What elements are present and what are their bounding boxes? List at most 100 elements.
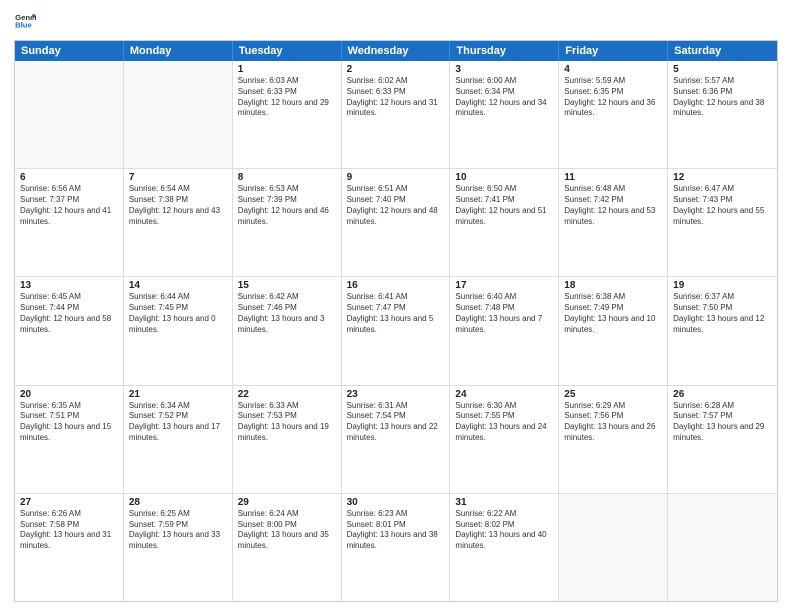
cal-cell: 30Sunrise: 6:23 AM Sunset: 8:01 PM Dayli… bbox=[342, 494, 451, 601]
day-number: 26 bbox=[673, 389, 772, 400]
day-info: Sunrise: 6:34 AM Sunset: 7:52 PM Dayligh… bbox=[129, 401, 227, 444]
calendar-header: SundayMondayTuesdayWednesdayThursdayFrid… bbox=[15, 41, 777, 61]
day-info: Sunrise: 6:40 AM Sunset: 7:48 PM Dayligh… bbox=[455, 292, 553, 335]
day-info: Sunrise: 6:26 AM Sunset: 7:58 PM Dayligh… bbox=[20, 509, 118, 552]
day-number: 6 bbox=[20, 172, 118, 183]
day-number: 13 bbox=[20, 280, 118, 291]
cal-cell bbox=[15, 61, 124, 168]
day-number: 23 bbox=[347, 389, 445, 400]
cal-cell: 16Sunrise: 6:41 AM Sunset: 7:47 PM Dayli… bbox=[342, 277, 451, 384]
cal-cell: 31Sunrise: 6:22 AM Sunset: 8:02 PM Dayli… bbox=[450, 494, 559, 601]
day-info: Sunrise: 6:50 AM Sunset: 7:41 PM Dayligh… bbox=[455, 184, 553, 227]
cal-cell: 22Sunrise: 6:33 AM Sunset: 7:53 PM Dayli… bbox=[233, 386, 342, 493]
cal-cell: 15Sunrise: 6:42 AM Sunset: 7:46 PM Dayli… bbox=[233, 277, 342, 384]
cal-cell: 6Sunrise: 6:56 AM Sunset: 7:37 PM Daylig… bbox=[15, 169, 124, 276]
cal-cell: 7Sunrise: 6:54 AM Sunset: 7:38 PM Daylig… bbox=[124, 169, 233, 276]
cal-header-day: Monday bbox=[124, 41, 233, 61]
day-number: 9 bbox=[347, 172, 445, 183]
day-number: 28 bbox=[129, 497, 227, 508]
day-number: 19 bbox=[673, 280, 772, 291]
day-info: Sunrise: 5:59 AM Sunset: 6:35 PM Dayligh… bbox=[564, 76, 662, 119]
cal-cell bbox=[124, 61, 233, 168]
page-header: General Blue bbox=[14, 10, 778, 32]
cal-cell: 4Sunrise: 5:59 AM Sunset: 6:35 PM Daylig… bbox=[559, 61, 668, 168]
day-number: 5 bbox=[673, 64, 772, 75]
day-info: Sunrise: 6:54 AM Sunset: 7:38 PM Dayligh… bbox=[129, 184, 227, 227]
day-number: 17 bbox=[455, 280, 553, 291]
cal-header-day: Wednesday bbox=[342, 41, 451, 61]
logo-icon: General Blue bbox=[14, 10, 36, 32]
cal-cell: 1Sunrise: 6:03 AM Sunset: 6:33 PM Daylig… bbox=[233, 61, 342, 168]
day-number: 11 bbox=[564, 172, 662, 183]
day-info: Sunrise: 6:42 AM Sunset: 7:46 PM Dayligh… bbox=[238, 292, 336, 335]
cal-cell: 28Sunrise: 6:25 AM Sunset: 7:59 PM Dayli… bbox=[124, 494, 233, 601]
cal-header-day: Thursday bbox=[450, 41, 559, 61]
day-info: Sunrise: 6:25 AM Sunset: 7:59 PM Dayligh… bbox=[129, 509, 227, 552]
cal-row: 1Sunrise: 6:03 AM Sunset: 6:33 PM Daylig… bbox=[15, 61, 777, 169]
day-info: Sunrise: 6:24 AM Sunset: 8:00 PM Dayligh… bbox=[238, 509, 336, 552]
cal-row: 27Sunrise: 6:26 AM Sunset: 7:58 PM Dayli… bbox=[15, 494, 777, 601]
day-info: Sunrise: 6:03 AM Sunset: 6:33 PM Dayligh… bbox=[238, 76, 336, 119]
day-number: 4 bbox=[564, 64, 662, 75]
day-number: 12 bbox=[673, 172, 772, 183]
day-info: Sunrise: 6:44 AM Sunset: 7:45 PM Dayligh… bbox=[129, 292, 227, 335]
day-info: Sunrise: 6:53 AM Sunset: 7:39 PM Dayligh… bbox=[238, 184, 336, 227]
day-number: 18 bbox=[564, 280, 662, 291]
day-info: Sunrise: 6:48 AM Sunset: 7:42 PM Dayligh… bbox=[564, 184, 662, 227]
day-number: 22 bbox=[238, 389, 336, 400]
cal-row: 13Sunrise: 6:45 AM Sunset: 7:44 PM Dayli… bbox=[15, 277, 777, 385]
cal-cell: 2Sunrise: 6:02 AM Sunset: 6:33 PM Daylig… bbox=[342, 61, 451, 168]
day-number: 10 bbox=[455, 172, 553, 183]
cal-cell: 5Sunrise: 5:57 AM Sunset: 6:36 PM Daylig… bbox=[668, 61, 777, 168]
cal-header-day: Friday bbox=[559, 41, 668, 61]
day-info: Sunrise: 6:00 AM Sunset: 6:34 PM Dayligh… bbox=[455, 76, 553, 119]
cal-cell: 23Sunrise: 6:31 AM Sunset: 7:54 PM Dayli… bbox=[342, 386, 451, 493]
day-number: 3 bbox=[455, 64, 553, 75]
day-info: Sunrise: 6:31 AM Sunset: 7:54 PM Dayligh… bbox=[347, 401, 445, 444]
day-number: 29 bbox=[238, 497, 336, 508]
calendar-body: 1Sunrise: 6:03 AM Sunset: 6:33 PM Daylig… bbox=[15, 61, 777, 601]
day-info: Sunrise: 6:29 AM Sunset: 7:56 PM Dayligh… bbox=[564, 401, 662, 444]
cal-cell: 14Sunrise: 6:44 AM Sunset: 7:45 PM Dayli… bbox=[124, 277, 233, 384]
day-number: 14 bbox=[129, 280, 227, 291]
day-number: 31 bbox=[455, 497, 553, 508]
day-number: 8 bbox=[238, 172, 336, 183]
cal-cell: 25Sunrise: 6:29 AM Sunset: 7:56 PM Dayli… bbox=[559, 386, 668, 493]
logo: General Blue bbox=[14, 10, 36, 32]
cal-cell: 21Sunrise: 6:34 AM Sunset: 7:52 PM Dayli… bbox=[124, 386, 233, 493]
cal-cell: 29Sunrise: 6:24 AM Sunset: 8:00 PM Dayli… bbox=[233, 494, 342, 601]
cal-cell: 12Sunrise: 6:47 AM Sunset: 7:43 PM Dayli… bbox=[668, 169, 777, 276]
day-number: 7 bbox=[129, 172, 227, 183]
cal-header-day: Sunday bbox=[15, 41, 124, 61]
cal-header-day: Saturday bbox=[668, 41, 777, 61]
day-info: Sunrise: 5:57 AM Sunset: 6:36 PM Dayligh… bbox=[673, 76, 772, 119]
day-number: 27 bbox=[20, 497, 118, 508]
day-info: Sunrise: 6:45 AM Sunset: 7:44 PM Dayligh… bbox=[20, 292, 118, 335]
cal-row: 20Sunrise: 6:35 AM Sunset: 7:51 PM Dayli… bbox=[15, 386, 777, 494]
cal-row: 6Sunrise: 6:56 AM Sunset: 7:37 PM Daylig… bbox=[15, 169, 777, 277]
day-number: 2 bbox=[347, 64, 445, 75]
cal-cell: 19Sunrise: 6:37 AM Sunset: 7:50 PM Dayli… bbox=[668, 277, 777, 384]
cal-cell: 13Sunrise: 6:45 AM Sunset: 7:44 PM Dayli… bbox=[15, 277, 124, 384]
day-number: 20 bbox=[20, 389, 118, 400]
day-number: 1 bbox=[238, 64, 336, 75]
cal-cell bbox=[559, 494, 668, 601]
cal-cell bbox=[668, 494, 777, 601]
cal-cell: 18Sunrise: 6:38 AM Sunset: 7:49 PM Dayli… bbox=[559, 277, 668, 384]
cal-cell: 8Sunrise: 6:53 AM Sunset: 7:39 PM Daylig… bbox=[233, 169, 342, 276]
svg-text:Blue: Blue bbox=[15, 21, 32, 30]
day-info: Sunrise: 6:47 AM Sunset: 7:43 PM Dayligh… bbox=[673, 184, 772, 227]
day-number: 15 bbox=[238, 280, 336, 291]
day-number: 24 bbox=[455, 389, 553, 400]
day-info: Sunrise: 6:02 AM Sunset: 6:33 PM Dayligh… bbox=[347, 76, 445, 119]
cal-cell: 9Sunrise: 6:51 AM Sunset: 7:40 PM Daylig… bbox=[342, 169, 451, 276]
day-info: Sunrise: 6:23 AM Sunset: 8:01 PM Dayligh… bbox=[347, 509, 445, 552]
cal-cell: 20Sunrise: 6:35 AM Sunset: 7:51 PM Dayli… bbox=[15, 386, 124, 493]
day-info: Sunrise: 6:28 AM Sunset: 7:57 PM Dayligh… bbox=[673, 401, 772, 444]
day-info: Sunrise: 6:33 AM Sunset: 7:53 PM Dayligh… bbox=[238, 401, 336, 444]
day-number: 16 bbox=[347, 280, 445, 291]
day-info: Sunrise: 6:30 AM Sunset: 7:55 PM Dayligh… bbox=[455, 401, 553, 444]
cal-cell: 26Sunrise: 6:28 AM Sunset: 7:57 PM Dayli… bbox=[668, 386, 777, 493]
calendar: SundayMondayTuesdayWednesdayThursdayFrid… bbox=[14, 40, 778, 602]
cal-cell: 24Sunrise: 6:30 AM Sunset: 7:55 PM Dayli… bbox=[450, 386, 559, 493]
